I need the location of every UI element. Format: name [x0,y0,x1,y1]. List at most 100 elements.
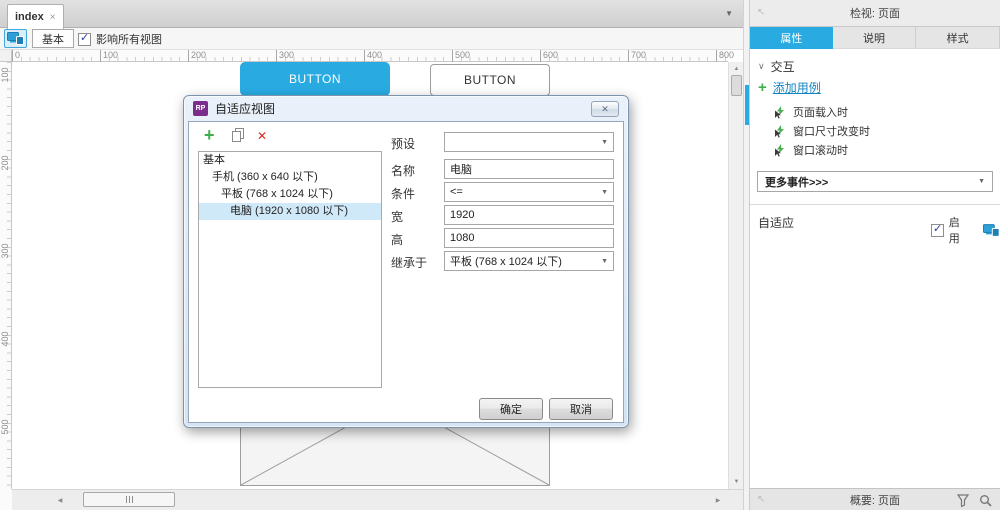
horizontal-scrollbar[interactable]: ◀ ▶ [12,489,743,510]
vruler-label: 100 [0,67,10,83]
event-onwindowresize[interactable]: 窗口尺寸改变时 [773,123,870,139]
adaptive-view-list[interactable]: 基本 手机 (360 x 640 以下) 平板 (768 x 1024 以下) … [198,151,382,388]
event-bolt-cursor-icon [775,124,784,138]
view-basic-label: 基本 [42,33,64,46]
width-label: 宽 [391,210,404,224]
hruler-label: 100 [100,50,118,62]
inherit-dropdown[interactable]: 平板 (768 x 1024 以下) ▼ [444,251,614,271]
name-label: 名称 [391,164,416,178]
horizontal-scrollbar-thumb[interactable] [83,492,175,507]
tab-notes[interactable]: 说明 [832,27,917,49]
panel-splitter[interactable] [743,0,750,510]
vertical-scrollbar[interactable]: ▲ ▼ [728,62,743,489]
tab-list-dropdown-icon[interactable]: ▼ [725,9,733,18]
vertical-ruler: 100 200 300 400 500 600 [0,62,12,510]
hruler-label: 300 [276,50,294,62]
view-item-phone[interactable]: 手机 (360 x 640 以下) [199,169,381,186]
check-icon: ✓ [933,222,943,235]
adaptive-section-label: 自适应 [758,216,795,230]
name-field[interactable] [444,159,614,179]
search-icon[interactable] [979,494,992,507]
delete-view-button[interactable]: ✕ [257,129,267,143]
affect-all-views-label: 影响所有视图 [96,34,162,46]
page-tab-bar: index × ▼ [0,0,743,29]
axure-app: index × ▼ 基本 ✓ 影响所有视图 0 100 200 300 400 … [0,0,1000,510]
ok-button[interactable]: 确定 [479,398,543,420]
tab-index[interactable]: index × [7,4,64,29]
devices-icon [7,32,24,45]
height-field[interactable] [444,228,614,248]
event-bolt-cursor-icon [775,143,784,157]
scroll-left-icon[interactable]: ◀ [53,493,67,507]
hruler-label: 0 [12,50,20,62]
delete-icon: ✕ [257,129,268,143]
interaction-section-header[interactable]: ∨ 交互 [758,58,795,75]
inspector-tabs: 属性 说明 样式 [750,27,1000,49]
adaptive-enable-control: ✓ 启用 [931,214,1000,246]
devices-icon[interactable] [983,223,1000,237]
dialog-titlebar[interactable]: RP 自适应视图 [184,96,628,121]
rp-app-icon: RP [193,101,208,116]
hruler-label: 700 [628,50,646,62]
tab-style[interactable]: 样式 [916,27,1000,49]
add-case-control[interactable]: + 添加用例 [758,79,821,96]
filter-icon[interactable] [957,494,970,507]
hruler-label: 500 [452,50,470,62]
adaptive-toolbar: 基本 ✓ 影响所有视图 [0,28,743,50]
collapse-panel-icon[interactable]: ↖ [757,495,765,505]
event-label: 窗口滚动时 [793,145,848,157]
width-field[interactable] [444,205,614,225]
view-basic-button[interactable]: 基本 [32,29,74,48]
view-item-base[interactable]: 基本 [199,152,381,169]
hruler-label: 600 [540,50,558,62]
event-onpageload[interactable]: 页面载入时 [773,104,848,120]
more-events-dropdown[interactable]: 更多事件>>> ▼ [757,171,993,192]
cancel-button[interactable]: 取消 [549,398,613,420]
close-icon: ✕ [601,103,609,114]
inherit-label: 继承于 [391,256,428,270]
add-case-link[interactable]: 添加用例 [773,79,821,96]
canvas-button-primary[interactable]: BUTTON [240,62,390,96]
plus-icon: + [204,125,215,145]
duplicate-view-button[interactable] [231,128,245,147]
add-view-button[interactable]: + [204,126,215,144]
vruler-label: 200 [0,155,10,171]
caret-down-icon: ▼ [978,178,985,185]
height-label: 高 [391,233,404,247]
hruler-label: 400 [364,50,382,62]
condition-value: <= [450,186,463,198]
view-item-desktop[interactable]: 电脑 (1920 x 1080 以下) [199,203,381,220]
tab-properties[interactable]: 属性 [750,27,833,49]
collapse-panel-icon[interactable]: ↖ [757,8,765,18]
dialog-body: + ✕ 基本 手机 (360 x 640 以下) 平板 (768 x 1024 … [188,121,624,423]
event-onwindowscroll[interactable]: 窗口滚动时 [773,142,848,158]
inspector-panel: ↖ 检视: 页面 属性 说明 样式 ∨ 交互 + 添加用例 页面载入时 窗口尺寸… [750,0,1000,510]
vruler-label: 400 [0,331,10,347]
tab-close-icon[interactable]: × [50,12,56,23]
summary-bar: ↖ 概要: 页面 [750,488,1000,510]
hruler-label: 800 [716,50,734,62]
dialog-close-button[interactable]: ✕ [591,101,619,117]
preset-label: 预设 [391,137,416,151]
view-item-tablet[interactable]: 平板 (768 x 1024 以下) [199,186,381,203]
affect-all-views-checkbox[interactable]: ✓ [78,31,91,46]
scroll-down-icon[interactable]: ▼ [729,475,744,489]
preset-dropdown[interactable]: ▼ [444,132,614,152]
canvas-button-secondary[interactable]: BUTTON [430,64,550,96]
chevron-down-icon: ∨ [758,61,765,71]
adaptive-enable-checkbox[interactable]: ✓ [931,222,944,237]
scroll-up-icon[interactable]: ▲ [729,62,744,76]
vruler-label: 500 [0,419,10,435]
condition-dropdown[interactable]: <= ▼ [444,182,614,202]
adaptive-views-button[interactable] [4,29,27,48]
condition-label: 条件 [391,187,416,201]
scroll-right-icon[interactable]: ▶ [711,493,725,507]
section-divider [750,204,1000,205]
vertical-scrollbar-thumb[interactable] [731,75,742,96]
inspector-title: 检视: 页面 [849,8,901,20]
check-icon: ✓ [80,31,90,44]
affect-all-views-control: ✓ 影响所有视图 [78,31,162,47]
horizontal-ruler: 0 100 200 300 400 500 600 700 800 [12,50,734,62]
summary-title: 概要: 页面 [849,494,901,507]
interaction-section-label: 交互 [770,60,795,74]
